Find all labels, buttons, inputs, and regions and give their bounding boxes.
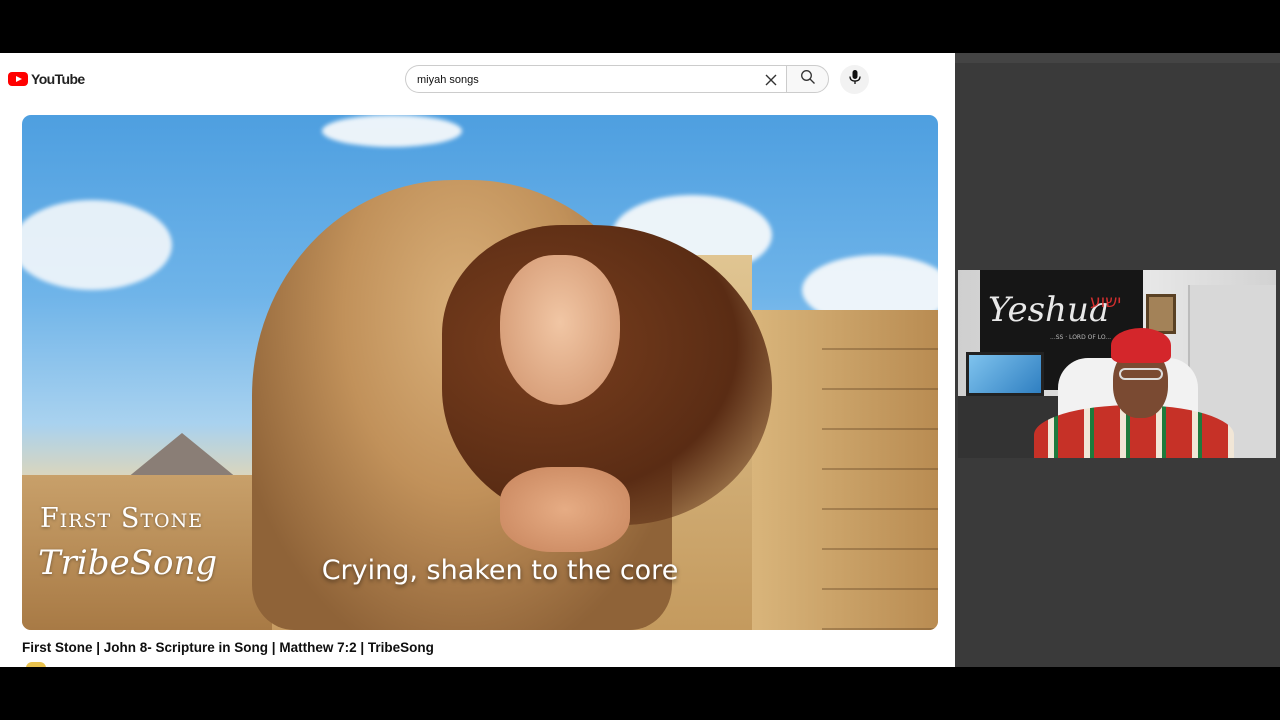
lyric-caption: Crying, shaken to the core xyxy=(321,555,679,586)
person-glasses xyxy=(1119,368,1163,380)
youtube-logo[interactable]: YouTube xyxy=(8,71,85,87)
search-icon xyxy=(800,69,816,90)
bottom-letterbox xyxy=(0,667,1280,720)
search-input[interactable] xyxy=(417,71,757,89)
youtube-logo-icon xyxy=(8,72,28,86)
microphone-icon xyxy=(848,69,862,90)
banner-hebrew-text: ישוע xyxy=(1090,292,1122,312)
webcam-feed: Yeshua ישוע ...SS · LORD OF LO... xyxy=(958,270,1276,458)
youtube-page: YouTube First Stone TribeSong Crying, sh… xyxy=(0,53,955,667)
voice-search-button[interactable] xyxy=(840,65,869,94)
video-player[interactable]: First Stone TribeSong Crying, shaken to … xyxy=(22,115,938,630)
search-button[interactable] xyxy=(786,65,829,93)
video-overlay-title: First Stone xyxy=(40,503,204,534)
clear-search-icon[interactable] xyxy=(762,71,780,89)
search-box xyxy=(405,65,786,93)
cloud xyxy=(22,200,172,290)
logo-text: YouTube xyxy=(31,71,85,87)
woman-hands xyxy=(500,467,630,552)
person-hat xyxy=(1111,328,1171,363)
top-letterbox xyxy=(0,0,1280,53)
cloud xyxy=(322,115,462,147)
video-title[interactable]: First Stone | John 8- Scripture in Song … xyxy=(22,640,434,655)
monitor xyxy=(966,352,1044,396)
panel-strip xyxy=(955,53,1280,63)
woman-face xyxy=(500,255,620,405)
banner-subtext: ...SS · LORD OF LO... xyxy=(1050,334,1112,341)
